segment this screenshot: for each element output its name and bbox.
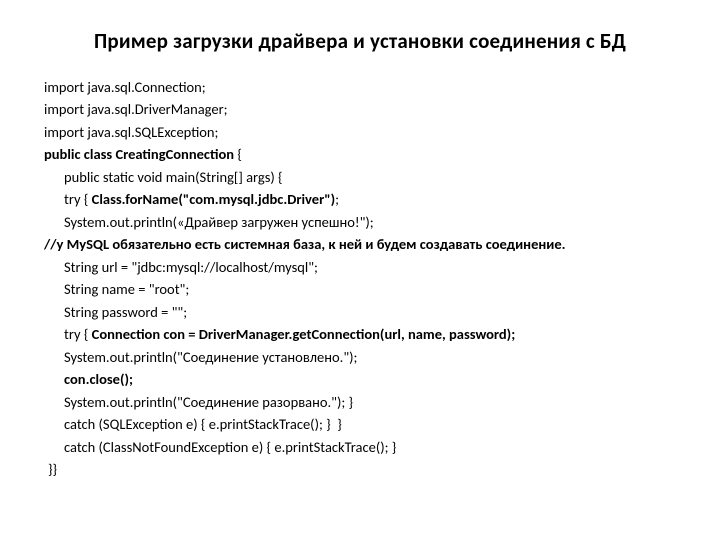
code-line: import java.sql.SQLException; [44,121,676,143]
get-connection: Connection con = DriverManager.getConnec… [92,325,516,343]
code-line: import java.sql.Connection; [44,76,676,98]
try-kw: try { [64,325,92,343]
code-line: System.out.println("Соединение разорвано… [44,391,676,413]
class-forname: Class.forName("com.mysql.jdbc.Driver") [92,190,335,208]
brace: { [234,145,242,163]
code-line: try { Connection con = DriverManager.get… [44,323,676,345]
con-close: con.close(); [44,368,676,390]
code-line: System.out.println("Соединение установле… [44,346,676,368]
code-line: String password = ""; [44,301,676,323]
code-line: catch (ClassNotFoundException e) { e.pri… [44,436,676,458]
code-line: String url = "jdbc:mysql://localhost/mys… [44,256,676,278]
code-line: try { Class.forName("com.mysql.jdbc.Driv… [44,188,676,210]
code-line: import java.sql.DriverManager; [44,98,676,120]
code-line: }} [44,458,676,480]
code-line: System.out.println(«Драйвер загружен усп… [44,211,676,233]
code-line: String name = "root"; [44,278,676,300]
code-line: public class CreatingConnection { [44,143,676,165]
code-line: public static void main(String[] args) { [44,166,676,188]
class-decl: public class CreatingConnection [44,145,234,163]
semicolon: ; [335,190,339,208]
try-kw: try { [64,190,92,208]
comment-line: //у MySQL обязательно есть системная баз… [44,233,676,255]
slide-title: Пример загрузки драйвера и установки сое… [44,28,676,54]
code-line: catch (SQLException e) { e.printStackTra… [44,413,676,435]
